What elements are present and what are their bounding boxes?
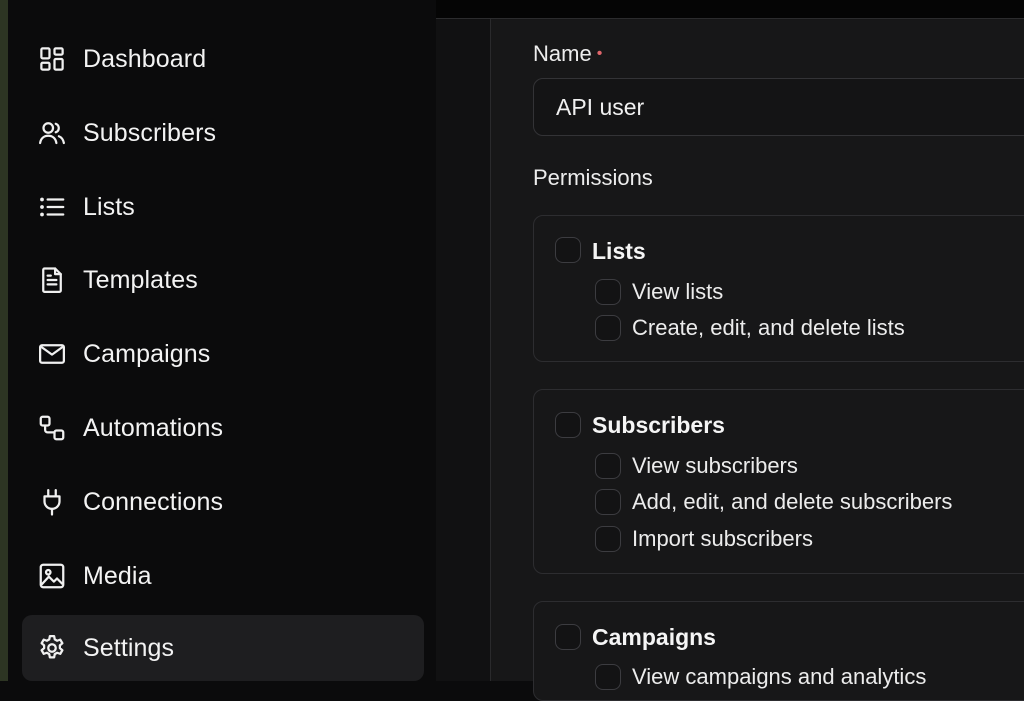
permission-label: View subscribers xyxy=(632,453,798,478)
sidebar-item-label: Dashboard xyxy=(83,44,207,73)
sidebar-item-lists[interactable]: Lists xyxy=(22,174,424,240)
group-title: Lists xyxy=(592,238,646,264)
group-checkbox-campaigns[interactable] xyxy=(555,624,581,650)
sidebar-item-automations[interactable]: Automations xyxy=(22,395,424,461)
sidebar-item-label: Templates xyxy=(83,265,198,294)
image-icon xyxy=(36,560,68,592)
dashboard-grid-icon xyxy=(36,43,68,75)
workflow-icon xyxy=(36,412,68,444)
sidebar-item-dashboard[interactable]: Dashboard xyxy=(22,26,424,92)
sidebar-item-media[interactable]: Media xyxy=(22,543,424,609)
group-checkbox-lists[interactable] xyxy=(555,237,581,263)
permission-label: Add, edit, and delete subscribers xyxy=(632,489,953,514)
sidebar-item-label: Connections xyxy=(83,487,224,516)
permissions-label: Permissions xyxy=(533,165,653,190)
group-title: Subscribers xyxy=(592,412,725,438)
permission-group-subscribers: Subscribers View subscribers Add, edit, … xyxy=(533,389,1024,574)
gear-icon xyxy=(36,632,68,664)
sidebar-item-label: Lists xyxy=(83,192,135,221)
mail-icon xyxy=(36,338,68,370)
sidebar-item-label: Campaigns xyxy=(83,339,211,368)
permission-label: View campaigns and analytics xyxy=(632,664,927,689)
sidebar-item-connections[interactable]: Connections xyxy=(22,469,424,535)
sidebar-item-label: Settings xyxy=(83,633,175,662)
sidebar: Dashboard Subscribers Lists Templates Ca… xyxy=(8,0,436,681)
document-icon xyxy=(36,264,68,296)
users-icon xyxy=(36,117,68,149)
checkbox-manage-lists[interactable] xyxy=(595,315,621,341)
name-input[interactable]: API user xyxy=(533,78,1024,136)
checkbox-view-lists[interactable] xyxy=(595,279,621,305)
name-label: Name • xyxy=(533,41,602,67)
permission-label: Create, edit, and delete lists xyxy=(632,315,905,340)
list-icon xyxy=(36,191,68,223)
top-bar xyxy=(436,0,1024,19)
sidebar-item-settings[interactable]: Settings xyxy=(22,615,424,681)
name-input-value: API user xyxy=(556,93,645,120)
window-edge xyxy=(0,0,8,681)
group-title: Campaigns xyxy=(592,624,716,650)
permission-label: View lists xyxy=(632,279,724,304)
group-checkbox-subscribers[interactable] xyxy=(555,412,581,438)
name-label-text: Name xyxy=(533,41,592,66)
checkbox-import-subscribers[interactable] xyxy=(595,526,621,552)
checkbox-view-subscribers[interactable] xyxy=(595,453,621,479)
required-indicator: • xyxy=(596,45,603,62)
sidebar-item-label: Subscribers xyxy=(83,118,217,147)
sidebar-item-campaigns[interactable]: Campaigns xyxy=(22,321,424,387)
main-content: Name • API user Permissions Lists View li… xyxy=(436,19,1024,701)
permission-label: Import subscribers xyxy=(632,526,813,551)
permission-group-lists: Lists View lists Create, edit, and delet… xyxy=(533,215,1024,362)
sidebar-item-templates[interactable]: Templates xyxy=(22,247,424,313)
permission-group-campaigns: Campaigns View campaigns and analytics xyxy=(533,601,1024,701)
checkbox-manage-subscribers[interactable] xyxy=(595,489,621,515)
checkbox-view-campaigns[interactable] xyxy=(595,664,621,690)
sidebar-item-label: Automations xyxy=(83,413,224,442)
sidebar-item-label: Media xyxy=(83,561,152,590)
plug-icon xyxy=(36,486,68,518)
sidebar-item-subscribers[interactable]: Subscribers xyxy=(22,100,424,166)
